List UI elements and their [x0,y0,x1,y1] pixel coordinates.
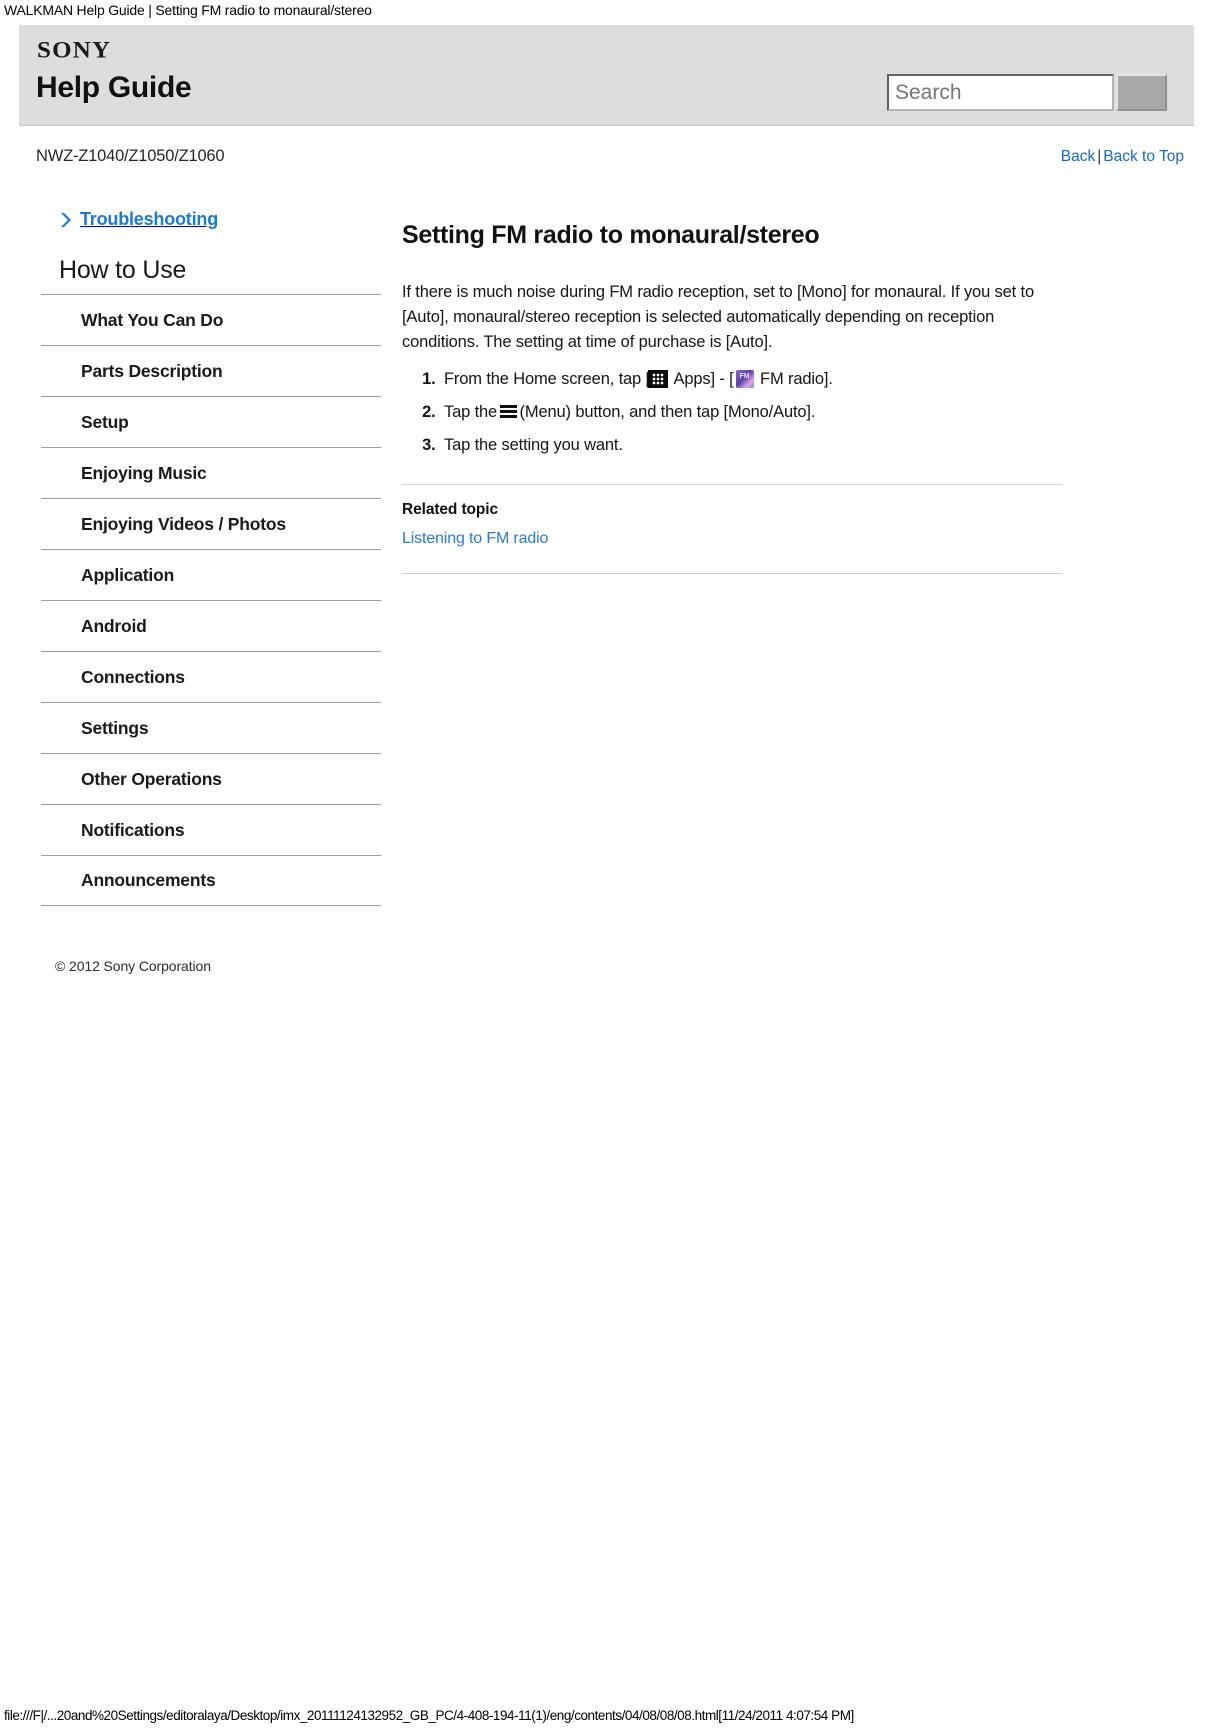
back-link[interactable]: Back [1061,148,1095,165]
sidebar-item-label: Setup [81,411,129,432]
step-text-part2: Apps] - [ [669,370,734,388]
sidebar-item-notifications[interactable]: Notifications [41,804,381,855]
sidebar-item-what-you-can-do[interactable]: What You Can Do [41,294,381,345]
help-guide-title: Help Guide [36,71,192,104]
sidebar-item-android[interactable]: Android [41,600,381,651]
sidebar-item-list: What You Can Do Parts Description Setup … [41,294,381,906]
sony-logo: SONY [37,38,112,63]
related-topic-heading: Related topic [402,501,499,518]
sidebar-item-setup[interactable]: Setup [41,396,381,447]
step-item-2: Tap the (Menu) button, and then tap [Mon… [440,401,1062,423]
sidebar-item-label: Announcements [81,870,216,890]
sidebar-item-label: Android [81,615,147,636]
step-text-part1: From the Home screen, tap [ [444,370,650,388]
print-header-title: WALKMAN Help Guide | Setting FM radio to… [4,2,372,18]
apps-icon [647,370,668,388]
step-text-part3: FM radio]. [755,370,833,388]
sidebar-item-label: What You Can Do [81,309,224,330]
step-text-part1: Tap the [444,403,502,421]
step-item-3: Tap the setting you want. [440,434,1062,456]
sidebar-item-connections[interactable]: Connections [41,651,381,702]
step-text-part2: (Menu) button, and then tap [Mono/Auto]. [519,403,816,421]
sidebar-item-troubleshooting[interactable]: Troubleshooting [59,209,381,230]
fm-radio-icon: FM [735,370,754,388]
print-footer-url: file:///F|/...20and%20Settings/editorala… [4,1708,854,1723]
steps-list: From the Home screen, tap [ Apps] - [ FM … [402,368,1062,456]
model-number-label: NWZ-Z1040/Z1050/Z1060 [36,147,225,165]
section-divider-bottom [402,573,1062,574]
sidebar-item-label: Other Operations [81,768,222,789]
search-input[interactable] [887,74,1114,111]
menu-icon [499,405,517,420]
sidebar-item-parts-description[interactable]: Parts Description [41,345,381,396]
sidebar-item-troubleshooting-label: Troubleshooting [80,209,218,229]
sidebar-item-label: Enjoying Music [81,462,207,483]
model-nav-row: NWZ-Z1040/Z1050/Z1060 Back | Back to Top [19,133,1194,177]
sidebar-navigation: Troubleshooting How to Use What You Can … [41,209,381,974]
page-container: SONY Help Guide NWZ-Z1040/Z1050/Z1060 Ba… [19,25,1194,974]
site-banner: SONY Help Guide [19,25,1194,126]
sidebar-section-title: How to Use [59,256,187,284]
page-title: Setting FM radio to monaural/stereo [402,221,820,249]
header-nav-links: Back | Back to Top [1061,148,1184,166]
sidebar-item-other-operations[interactable]: Other Operations [41,753,381,804]
step-item-1: From the Home screen, tap [ Apps] - [ FM … [440,368,1062,390]
sidebar-item-enjoying-videos-photos[interactable]: Enjoying Videos / Photos [41,498,381,549]
step-text-part1: Tap the setting you want. [444,436,623,454]
sidebar-item-announcements[interactable]: Announcements [41,855,381,906]
sidebar-item-settings[interactable]: Settings [41,702,381,753]
search-submit-button[interactable] [1116,74,1167,111]
related-topic-link[interactable]: Listening to FM radio [402,530,548,548]
sidebar-item-label: Parts Description [81,360,223,381]
sidebar-item-enjoying-music[interactable]: Enjoying Music [41,447,381,498]
sidebar-item-label: Enjoying Videos / Photos [81,513,286,534]
back-to-top-link[interactable]: Back to Top [1103,148,1184,165]
sidebar-item-label: Connections [81,666,185,687]
sidebar-item-label: Application [81,564,175,585]
chevron-right-icon [61,212,71,227]
section-divider-top [402,484,1062,485]
search-widget [887,74,1167,111]
article-intro-paragraph: If there is much noise during FM radio r… [402,283,1034,351]
article-main: Setting FM radio to monaural/stereo If t… [402,209,1062,574]
sidebar-item-label: Settings [81,717,149,738]
sidebar-item-application[interactable]: Application [41,549,381,600]
sidebar-item-label: Notifications [81,819,185,840]
copyright-notice: © 2012 Sony Corporation [55,958,211,974]
